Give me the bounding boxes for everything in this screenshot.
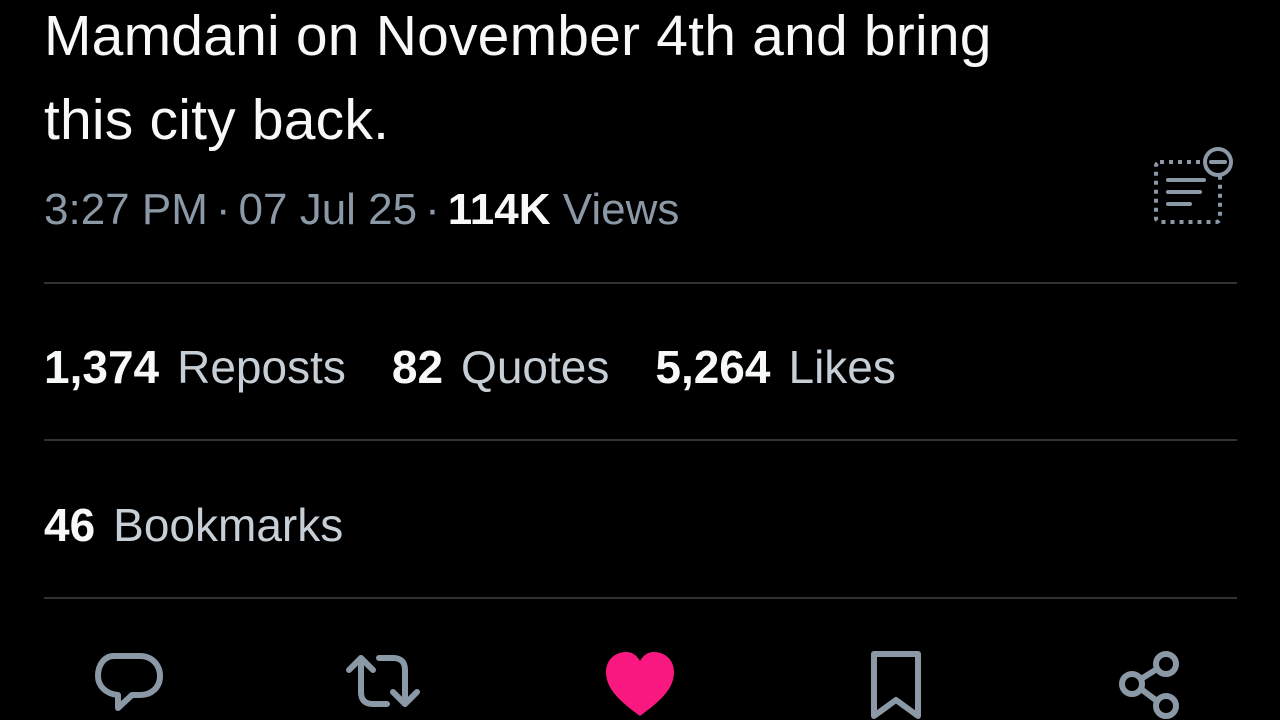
views-label: Views (562, 185, 680, 234)
divider (44, 597, 1237, 599)
bookmark-icon (871, 651, 921, 719)
tweet-detail: Mamdani on November 4th and bring this c… (0, 0, 1280, 720)
bookmark-button[interactable] (856, 648, 936, 720)
tweet-meta: 3:27 PM · 07 Jul 25 · 114K Views (44, 182, 679, 238)
bookmarks-label: Bookmarks (113, 499, 344, 551)
like-icon (606, 652, 674, 716)
bookmarks-stat[interactable]: 46 Bookmarks (44, 496, 343, 554)
tweet-time[interactable]: 3:27 PM (44, 185, 208, 234)
tweet-text-line: this city back. (44, 88, 390, 152)
reposts-label: Reposts (177, 341, 346, 393)
bookmarks-count: 46 (44, 499, 96, 551)
share-button[interactable] (1110, 648, 1190, 720)
tweet-text: Mamdani on November 4th and bring this c… (44, 0, 1164, 162)
likes-count: 5,264 (655, 341, 771, 393)
tweet-date[interactable]: 07 Jul 25 (239, 185, 418, 234)
reply-button[interactable] (88, 648, 168, 720)
separator: · (215, 185, 231, 234)
share-icon (1119, 651, 1179, 719)
divider (44, 282, 1237, 284)
quotes-stat[interactable]: 82 Quotes (392, 338, 609, 396)
divider (44, 439, 1237, 441)
tweet-action-bar (0, 648, 1280, 720)
reply-icon (95, 653, 163, 711)
views-count: 114K (447, 185, 551, 234)
repost-button[interactable] (343, 648, 423, 720)
quotes-label: Quotes (461, 341, 610, 393)
repost-icon (346, 655, 420, 707)
engagement-stats: 1,374 Reposts 82 Quotes 5,264 Likes (44, 338, 896, 396)
likes-stat[interactable]: 5,264 Likes (655, 338, 896, 396)
community-notes-icon[interactable] (1152, 146, 1238, 226)
likes-label: Likes (788, 341, 896, 393)
reposts-stat[interactable]: 1,374 Reposts (44, 338, 346, 396)
like-button[interactable] (600, 648, 680, 720)
reposts-count: 1,374 (44, 341, 160, 393)
quotes-count: 82 (391, 341, 444, 393)
tweet-text-line: Mamdani on November 4th and bring (44, 4, 992, 68)
separator: · (425, 185, 440, 234)
